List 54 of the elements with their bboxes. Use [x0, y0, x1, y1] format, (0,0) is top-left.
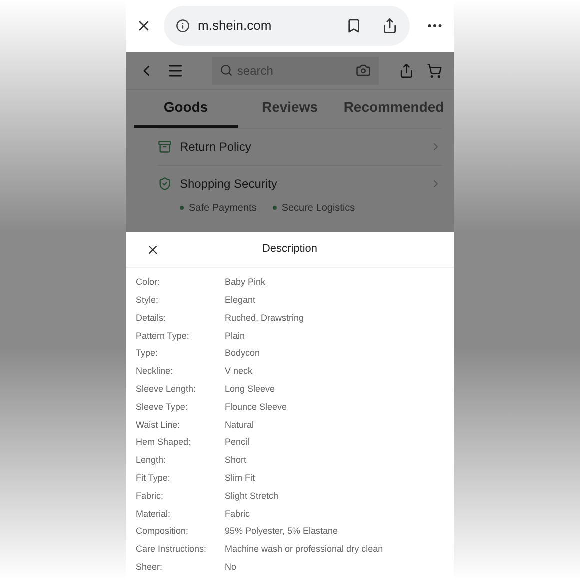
attribute-value: Plain [225, 330, 246, 343]
address-bar[interactable]: m.shein.com [164, 6, 410, 46]
attribute-value: Baby Pink [225, 276, 266, 290]
attribute-value: Short [225, 454, 247, 468]
attribute-value: Ruched, Drawstring [225, 312, 304, 325]
attribute-label: Composition: [136, 525, 190, 538]
attribute-label: Fabric: [136, 490, 165, 503]
attribute-label: Care Instructions: [136, 543, 208, 556]
attribute-value: Flounce Sleeve [225, 400, 288, 414]
attribute-label: Sleeve Type: [136, 400, 189, 414]
attribute-value: Machine wash or professional dry clean [225, 543, 384, 556]
attribute-label: Length: [136, 454, 168, 468]
attribute-value: Elegant [225, 294, 256, 307]
attribute-value: Natural [225, 418, 254, 432]
bullet-icon [180, 206, 184, 210]
attribute-label: Color: [136, 276, 162, 290]
attribute-label: Fit Type: [136, 472, 172, 485]
attribute-label: Style: [136, 294, 160, 307]
attribute-label: Details: [136, 312, 168, 325]
service-label[interactable]: Shopping Security [180, 175, 422, 193]
feature-text: Safe Payments [189, 202, 257, 216]
tab[interactable]: Goods [134, 90, 238, 128]
attribute-value: Slight Stretch [225, 490, 279, 503]
search-icon [220, 64, 234, 77]
attribute-label: Material: [136, 508, 172, 520]
attribute-value: No [225, 560, 237, 574]
tab[interactable]: Recommended [342, 90, 446, 128]
cart-icon[interactable] [426, 62, 442, 78]
info-icon[interactable] [176, 19, 190, 33]
attribute-value: Fabric [225, 508, 250, 520]
sheet-title: Description [261, 242, 319, 258]
url-text: m.shein.com [198, 17, 273, 36]
service-label[interactable]: Return Policy [180, 138, 422, 156]
attribute-value: Slim Fit [225, 472, 255, 485]
attribute-label: Neckline: [136, 365, 174, 378]
attribute-label: Hem Shaped: [136, 436, 192, 450]
bookmark-icon[interactable] [346, 18, 362, 34]
bullet-icon [272, 206, 277, 210]
attribute-label: Sheer: [136, 560, 164, 574]
attribute-value: V neck [225, 365, 253, 378]
box-icon [158, 140, 172, 154]
attribute-label: Pattern Type: [136, 330, 190, 343]
camera-icon[interactable] [356, 63, 372, 78]
share-icon[interactable] [382, 18, 398, 34]
attribute-label: Type: [136, 347, 160, 360]
attribute-label: Sleeve Length: [136, 382, 198, 396]
attribute-label: Waist Line: [136, 418, 182, 432]
attribute-value: Bodycon [225, 347, 260, 360]
tab[interactable]: Reviews [238, 90, 342, 128]
attribute-value: Long Sleeve [225, 382, 276, 396]
shield-check-icon [158, 177, 172, 191]
attribute-value: Pencil [225, 436, 250, 450]
attribute-value: 95% Polyester, 5% Elastane [225, 525, 338, 538]
feature-text: Secure Logistics [282, 202, 356, 216]
